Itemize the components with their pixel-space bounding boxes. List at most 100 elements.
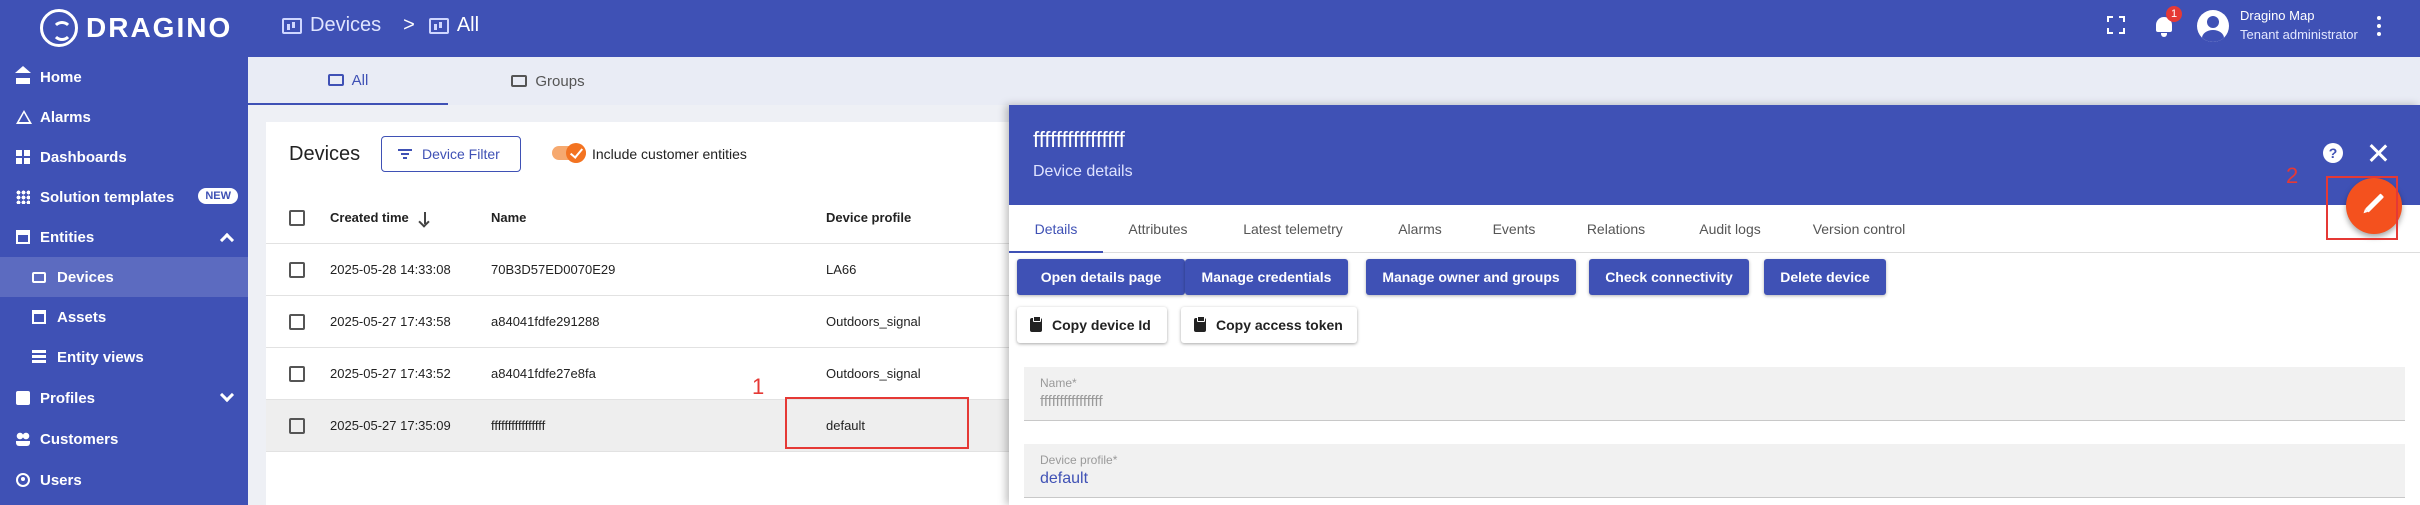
name-field-label: Name* [1040, 376, 1077, 390]
sidebar-item-label: Devices [57, 268, 114, 286]
copy-device-id-button[interactable]: Copy device Id [1017, 307, 1167, 343]
sidebar-item-dashboards[interactable]: Dashboards [0, 137, 248, 177]
more-vert-icon[interactable] [2376, 16, 2382, 38]
sidebar-item-alarms[interactable]: Alarms [0, 97, 248, 137]
apps-icon [16, 190, 30, 204]
logo-icon [40, 9, 78, 47]
sidebar-item-home[interactable]: Home [0, 57, 248, 97]
cell-name: 70B3D57ED0070E29 [491, 262, 616, 277]
annotation-number-2: 2 [2286, 163, 2299, 188]
detail-body: Manage credentials Manage owner and grou… [1009, 105, 2420, 505]
include-customer-toggle[interactable] [552, 143, 586, 163]
notification-count-badge: 1 [2166, 6, 2182, 22]
manage-owner-and-groups-button[interactable]: Manage owner and groups [1366, 259, 1576, 295]
annotation-box-device-profile [785, 397, 969, 449]
sidebar-item-customers[interactable]: Customers [0, 419, 248, 459]
avatar-icon[interactable] [2197, 10, 2229, 42]
select-all-checkbox[interactable] [289, 210, 305, 226]
notifications-bell-icon[interactable]: 1 [2152, 6, 2182, 40]
sort-arrow-down-icon[interactable] [424, 212, 426, 224]
user-role: Tenant administrator [2240, 27, 2358, 42]
sidebar-item-users[interactable]: Users [0, 460, 248, 500]
sidebar: Home Alarms Dashboards Solution template… [0, 57, 248, 505]
sidebar-item-label: Customers [40, 430, 119, 448]
sidebar-item-label: Entity views [57, 348, 144, 366]
device-filter-button[interactable]: Device Filter [381, 136, 521, 172]
manage-credentials-button[interactable]: Manage credentials [1185, 259, 1348, 295]
device-group-icon [327, 74, 344, 86]
breadcrumb-devices[interactable]: Devices [310, 14, 381, 37]
tab-groups[interactable]: Groups [448, 57, 648, 105]
all-breadcrumb-icon [428, 17, 449, 34]
devices-breadcrumb-icon [282, 17, 302, 34]
sidebar-item-label: Users [40, 471, 82, 489]
row-checkbox[interactable] [289, 262, 305, 278]
tab-label: All [351, 71, 369, 89]
sidebar-item-solution-templates[interactable]: Solution templates NEW [0, 177, 248, 217]
row-checkbox[interactable] [289, 418, 305, 434]
users-icon [16, 473, 30, 487]
cell-name: a84041fdfe291288 [491, 314, 600, 329]
table-header-row: Created time Name Device profile [266, 192, 1026, 244]
logo-text: DRAGINO [86, 12, 233, 43]
device-profile-link[interactable]: default [1040, 470, 1088, 488]
user-name[interactable]: Dragino Map [2240, 8, 2314, 23]
annotation-box-edit-button [2326, 176, 2398, 240]
copy-access-token-button[interactable]: Copy access token [1181, 307, 1357, 343]
device-profile-field[interactable]: Device profile* default [1024, 444, 2405, 498]
fullscreen-icon[interactable] [2107, 16, 2125, 34]
column-created-time[interactable]: Created time [330, 210, 409, 225]
sidebar-item-assets[interactable]: Assets [0, 297, 248, 337]
entities-icon [16, 230, 30, 244]
table-row[interactable]: 2025-05-27 17:43:58 a84041fdfe291288 Out… [266, 296, 1026, 348]
check-connectivity-button[interactable]: Check connectivity [1589, 259, 1749, 295]
dashboard-icon [16, 150, 30, 164]
device-icon [32, 272, 46, 283]
chevron-up-icon [219, 232, 235, 248]
sidebar-item-label: Assets [57, 308, 107, 326]
row-checkbox[interactable] [289, 366, 305, 382]
asset-icon [32, 310, 46, 324]
chevron-down-icon [219, 387, 235, 403]
cell-device-profile: Outdoors_signal [826, 366, 921, 381]
row-checkbox[interactable] [289, 314, 305, 330]
copy-access-token-label: Copy access token [1216, 317, 1343, 333]
alarm-icon [16, 110, 32, 124]
sidebar-item-devices[interactable]: Devices [0, 257, 248, 297]
breadcrumb-separator: > [403, 14, 415, 36]
profiles-icon [16, 391, 30, 405]
clipboard-icon [1194, 316, 1206, 332]
delete-device-button[interactable]: Delete device [1764, 259, 1886, 295]
name-field-value: ffffffffffffffff [1040, 393, 1103, 410]
table-row[interactable]: 2025-05-28 14:33:08 70B3D57ED0070E29 LA6… [266, 244, 1026, 296]
cell-created-time: 2025-05-28 14:33:08 [330, 262, 451, 277]
device-filter-label: Device Filter [422, 146, 500, 162]
name-field[interactable]: Name* ffffffffffffffff [1024, 367, 2405, 421]
customers-icon [16, 432, 30, 446]
copy-device-id-label: Copy device Id [1052, 317, 1151, 333]
filter-icon [398, 149, 412, 160]
sidebar-item-entities[interactable]: Entities [0, 217, 248, 257]
tab-label: Groups [535, 72, 585, 90]
cell-created-time: 2025-05-27 17:43:58 [330, 314, 451, 329]
entity-view-icon [32, 350, 46, 364]
cell-name: a84041fdfe27e8fa [491, 366, 596, 381]
new-badge: NEW [198, 188, 238, 204]
sidebar-item-entity-views[interactable]: Entity views [0, 337, 248, 377]
dragino-logo[interactable]: DRAGINO [40, 8, 232, 48]
clipboard-icon [1030, 316, 1042, 332]
cell-name: ffffffffffffffff [491, 418, 546, 433]
breadcrumb-all: All [456, 14, 480, 36]
sidebar-item-profiles[interactable]: Profiles [0, 378, 248, 418]
column-name[interactable]: Name [491, 210, 526, 225]
sidebar-item-label: Dashboards [40, 148, 127, 166]
table-row[interactable]: 2025-05-27 17:43:52 a84041fdfe27e8fa Out… [266, 348, 1026, 400]
sidebar-item-label: Solution templates [40, 188, 175, 206]
tab-all[interactable]: All [248, 57, 448, 105]
check-icon [566, 143, 586, 163]
column-device-profile[interactable]: Device profile [826, 210, 911, 225]
breadcrumb: Devices > All [282, 14, 479, 37]
sidebar-item-label: Home [40, 68, 82, 86]
cell-device-profile: LA66 [826, 262, 857, 277]
main-tabs: All Groups [248, 57, 2420, 105]
